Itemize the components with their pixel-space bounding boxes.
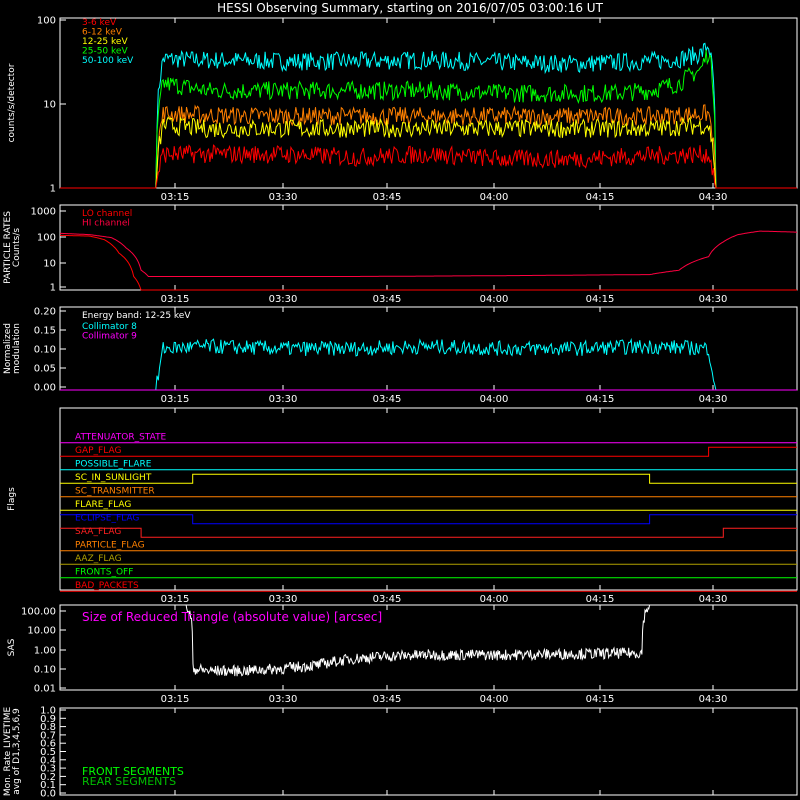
particles-x-tick-label: 04:00 xyxy=(480,294,509,305)
particles-x-tick-label: 03:45 xyxy=(373,294,402,305)
sas-y-tick-label: 0.01 xyxy=(34,684,56,695)
sas-y-tick-label: 100.00 xyxy=(21,607,56,618)
particles-y-tick-label: 10 xyxy=(43,259,56,270)
livetime-legend-entry: REAR SEGMENTS xyxy=(82,775,176,788)
counts-y-tick-label: 10 xyxy=(43,100,56,111)
particles-x-tick-label: 04:30 xyxy=(699,294,728,305)
modulation-x-tick-label: 03:30 xyxy=(269,394,298,405)
livetime-y-tick-label: 1.0 xyxy=(40,706,56,717)
modulation-x-tick-label: 04:30 xyxy=(699,394,728,405)
livetime-y-axis-label: avg of D1,3,4,5,6,9 xyxy=(12,708,22,795)
sas-y-tick-label: 0.10 xyxy=(34,665,56,676)
sas-y-tick-label: 10.00 xyxy=(27,626,56,637)
flag-label-gap_flag: GAP_FLAG xyxy=(75,446,121,456)
counts-x-tick-label: 04:00 xyxy=(480,192,509,203)
flag-label-aaz_flag: AAZ_FLAG xyxy=(75,554,122,564)
flag-label-bad_packets: BAD_PACKETS xyxy=(75,581,139,591)
observing-summary-figure: HESSI Observing Summary, starting on 201… xyxy=(0,0,800,800)
counts-legend-entry: 3-6 keV xyxy=(82,18,117,28)
particles-x-tick-label: 04:15 xyxy=(586,294,615,305)
modulation-x-tick-label: 03:15 xyxy=(161,394,190,405)
particles-legend-entry: HI channel xyxy=(82,219,130,229)
modulation-y-tick-label: 0.15 xyxy=(34,326,56,337)
flags-x-tick-label: 04:30 xyxy=(699,594,728,605)
flag-label-saa_flag: SAA_FLAG xyxy=(75,527,121,537)
flags-y-axis-label: Flags xyxy=(7,487,17,511)
modulation-y-tick-label: 0.20 xyxy=(34,307,56,318)
counts-x-tick-label: 03:15 xyxy=(161,192,190,203)
flags-x-tick-label: 04:00 xyxy=(480,594,509,605)
counts-x-tick-label: 03:30 xyxy=(269,192,298,203)
flags-x-tick-label: 03:30 xyxy=(269,594,298,605)
modulation-x-tick-label: 03:45 xyxy=(373,394,402,405)
flag-label-flare_flag: FLARE_FLAG xyxy=(75,500,131,510)
flag-label-sc_in_sunlight: SC_IN_SUNLIGHT xyxy=(75,473,152,483)
flags-x-tick-label: 03:45 xyxy=(373,594,402,605)
flag-label-fronts_off: FRONTS_OFF xyxy=(75,568,133,578)
particles-legend-entry: LO channel xyxy=(82,209,132,219)
modulation-y-tick-label: 0.05 xyxy=(34,364,56,375)
sas-y-tick-label: 1.00 xyxy=(34,646,56,657)
modulation-annotation: Energy band: 12-25 keV xyxy=(82,311,191,321)
modulation-y-tick-label: 0.00 xyxy=(34,383,56,394)
flag-label-attenuator_state: ATTENUATOR_STATE xyxy=(75,433,167,443)
counts-x-tick-label: 04:15 xyxy=(586,192,615,203)
counts-legend-entry: 25-50 keV xyxy=(82,47,128,57)
figure-title: HESSI Observing Summary, starting on 201… xyxy=(217,1,603,15)
flags-x-tick-label: 03:15 xyxy=(161,594,190,605)
particles-y-axis-label: Counts/s xyxy=(12,228,22,267)
sas-x-tick-label: 03:30 xyxy=(269,694,298,705)
modulation-x-tick-label: 04:00 xyxy=(480,394,509,405)
sas-x-tick-label: 03:45 xyxy=(373,694,402,705)
modulation-legend-entry: Collimator 8 xyxy=(82,322,137,332)
modulation-legend-entry: Collimator 9 xyxy=(82,332,137,342)
particles-y-tick-label: 1000 xyxy=(31,207,56,218)
counts-y-axis-label: counts/s/detector xyxy=(7,63,17,142)
flag-label-possible_flare: POSSIBLE_FLARE xyxy=(75,460,152,470)
counts-legend-entry: 6-12 keV xyxy=(82,28,123,38)
sas-x-tick-label: 04:30 xyxy=(699,694,728,705)
sas-annotation: Size of Reduced Triangle (absolute value… xyxy=(82,610,382,624)
flag-label-eclipse_flag: ECLIPSE_FLAG xyxy=(75,514,139,524)
particles-x-tick-label: 03:30 xyxy=(269,294,298,305)
flags-x-tick-label: 04:15 xyxy=(586,594,615,605)
counts-legend-entry: 50-100 keV xyxy=(82,56,134,66)
modulation-x-tick-label: 04:15 xyxy=(586,394,615,405)
counts-y-tick-label: 100 xyxy=(37,16,56,27)
particles-y-tick-label: 1 xyxy=(50,283,56,294)
counts-y-tick-label: 1 xyxy=(50,184,56,195)
modulation-y-tick-label: 0.10 xyxy=(34,345,56,356)
flag-label-particle_flag: PARTICLE_FLAG xyxy=(75,541,145,551)
modulation-y-axis-label: modulation xyxy=(12,323,22,374)
counts-legend-entry: 12-25 keV xyxy=(82,37,128,47)
flag-label-sc_transmitter: SC_TRANSMITTER xyxy=(75,487,155,497)
sas-x-tick-label: 04:15 xyxy=(586,694,615,705)
sas-y-axis-label: SAS xyxy=(7,638,17,656)
particles-y-tick-label: 100 xyxy=(37,233,56,244)
counts-x-tick-label: 03:45 xyxy=(373,192,402,203)
sas-x-tick-label: 04:00 xyxy=(480,694,509,705)
counts-x-tick-label: 04:30 xyxy=(699,192,728,203)
sas-x-tick-label: 03:15 xyxy=(161,694,190,705)
particles-x-tick-label: 03:15 xyxy=(161,294,190,305)
